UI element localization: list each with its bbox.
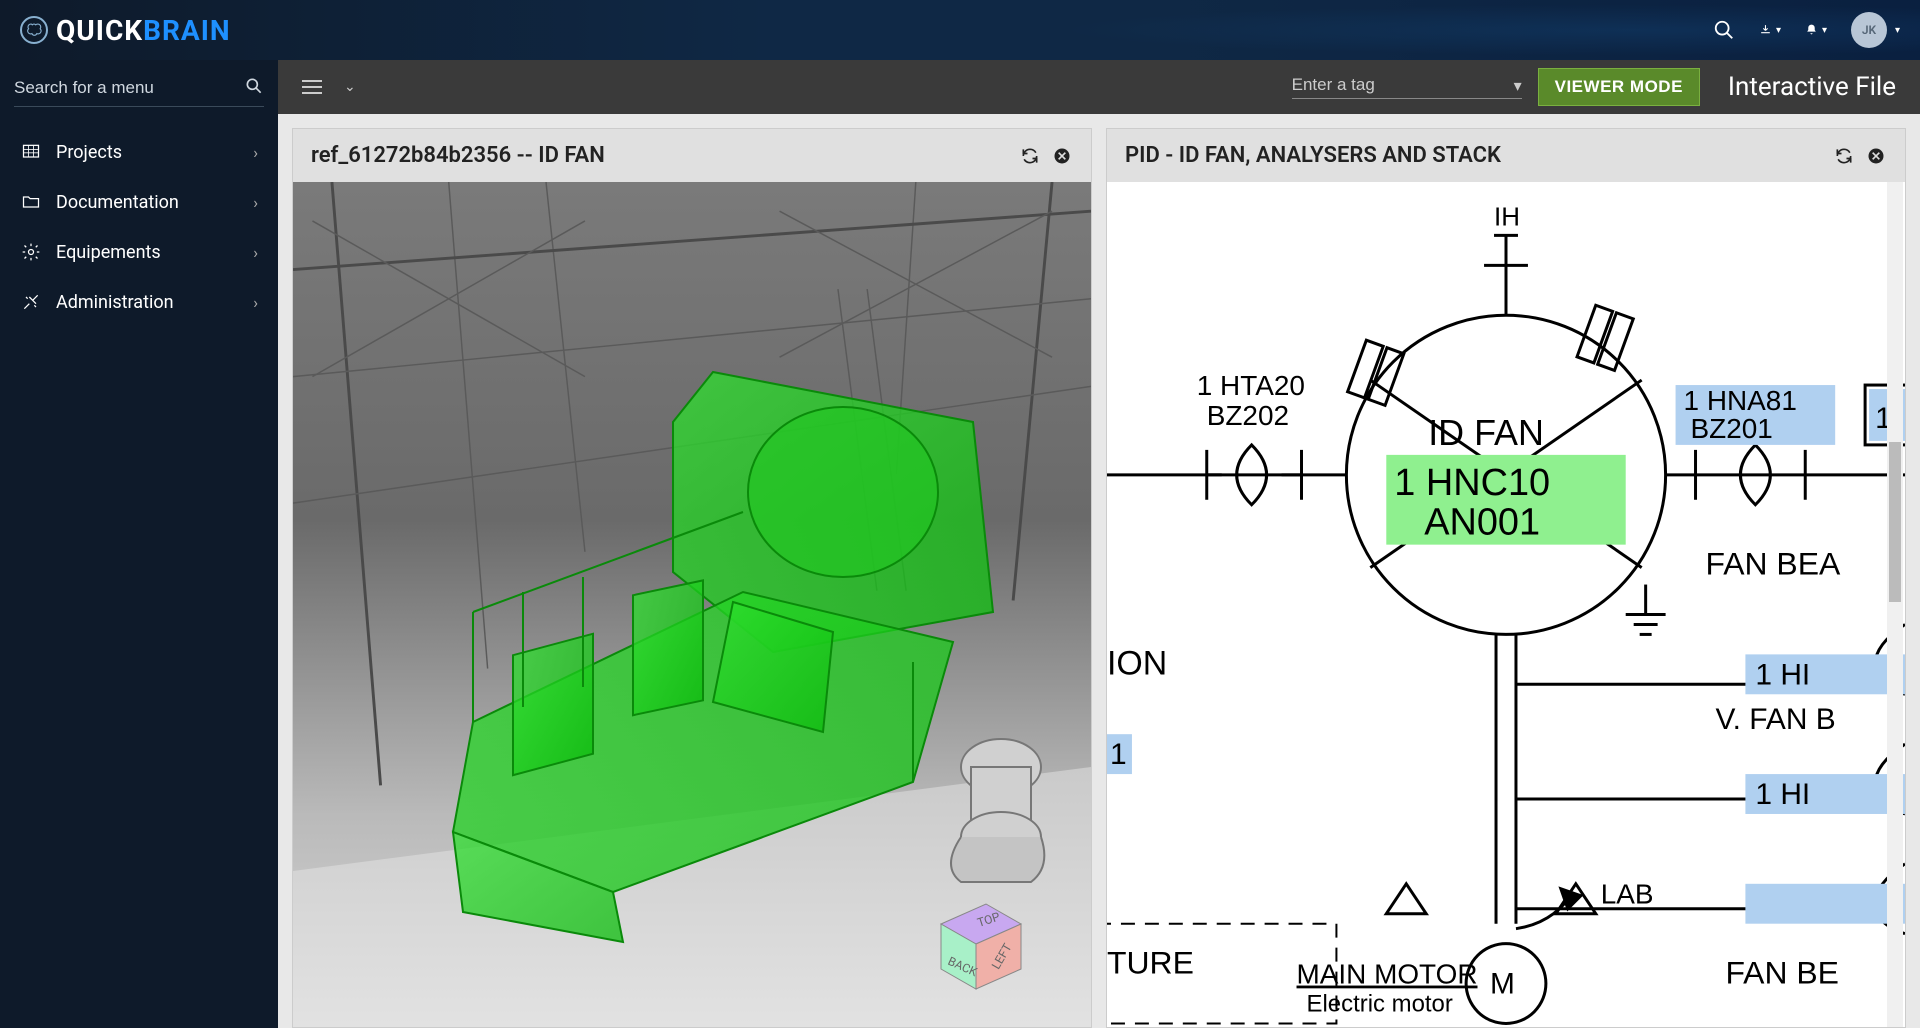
- pid-frag-vfanb: V. FAN B: [1715, 703, 1835, 736]
- sidebar-item-projects[interactable]: Projects ›: [14, 127, 264, 177]
- aux-equipment: [931, 707, 1071, 887]
- navigation-cube[interactable]: TOP BACK LEFT: [921, 889, 1031, 999]
- close-icon[interactable]: [1865, 145, 1887, 167]
- caret-icon: ▾: [1822, 25, 1827, 36]
- bell-icon[interactable]: ▾: [1805, 19, 1827, 41]
- chevron-right-icon: ›: [253, 193, 258, 212]
- sidebar-item-label: Administration: [56, 292, 174, 313]
- pid-frag-elecmotor: Electric motor: [1307, 990, 1453, 1017]
- sidebar-item-documentation[interactable]: Documentation ›: [14, 177, 264, 227]
- sidebar-item-administration[interactable]: Administration ›: [14, 277, 264, 327]
- top-bar: QUICKBRAIN ▾ ▾ JK ▾: [0, 0, 1920, 60]
- pid-motor-m: M: [1490, 968, 1515, 1001]
- gear-icon: [20, 241, 42, 263]
- menu-icon[interactable]: [302, 80, 322, 94]
- pid-tag-hna81-2: BZ201: [1691, 413, 1773, 444]
- download-icon[interactable]: ▾: [1759, 19, 1781, 41]
- pid-frag-ion: ION: [1107, 644, 1167, 682]
- scrollbar[interactable]: [1887, 182, 1903, 1027]
- sidebar-item-label: Projects: [56, 142, 122, 163]
- brain-icon: [20, 16, 48, 44]
- pid-tag-hta20-2: BZ202: [1207, 400, 1289, 431]
- app-logo[interactable]: QUICKBRAIN: [20, 14, 231, 47]
- chevron-right-icon: ›: [253, 293, 258, 312]
- content-toolbar: ⌄ ▾ VIEWER MODE Interactive File: [278, 60, 1920, 114]
- panel-pid-diagram: PID - ID FAN, ANALYSERS AND STACK: [1106, 128, 1906, 1028]
- folder-icon: [20, 191, 42, 213]
- panel-3d-viewer: ref_61272b84b2356 -- ID FAN: [292, 128, 1092, 1028]
- tag-input[interactable]: [1292, 75, 1514, 95]
- tools-icon: [20, 291, 42, 313]
- viewer-mode-button[interactable]: VIEWER MODE: [1538, 68, 1700, 106]
- pid-label-ih: IH: [1494, 203, 1520, 231]
- close-icon[interactable]: [1051, 145, 1073, 167]
- panel-title: ref_61272b84b2356 -- ID FAN: [311, 143, 605, 168]
- pid-frag-lab: LAB: [1601, 879, 1654, 910]
- pid-frag-1b: 1: [1110, 738, 1127, 771]
- sidebar-item-equipements[interactable]: Equipements ›: [14, 227, 264, 277]
- pid-frag-mainmotor: MAIN MOTOR: [1297, 959, 1478, 990]
- sidebar: Projects › Documentation › Equipements ›…: [0, 60, 278, 1028]
- logo-text: QUICKBRAIN: [56, 14, 231, 47]
- pid-tag-hnc10-2: AN001: [1424, 502, 1540, 544]
- pid-tag-hnc10-1: 1 HNC10: [1394, 462, 1550, 504]
- chevron-right-icon: ›: [253, 143, 258, 162]
- pid-frag-ture: TURE: [1107, 945, 1194, 981]
- scrollbar-thumb[interactable]: [1889, 442, 1901, 602]
- panel-title: PID - ID FAN, ANALYSERS AND STACK: [1125, 143, 1501, 168]
- pid-tag-hna81-1: 1 HNA81: [1684, 385, 1797, 416]
- caret-icon: ▾: [1895, 25, 1900, 36]
- 3d-viewport[interactable]: TOP BACK LEFT: [293, 182, 1091, 1027]
- grid-icon: [20, 141, 42, 163]
- pid-frag-fanbea: FAN BEA: [1706, 546, 1841, 582]
- chevron-right-icon: ›: [253, 243, 258, 262]
- refresh-icon[interactable]: [1833, 145, 1855, 167]
- tag-input-wrap[interactable]: ▾: [1292, 75, 1522, 99]
- pid-tag-hta20-1: 1 HTA20: [1197, 370, 1305, 401]
- menu-search[interactable]: [14, 76, 264, 107]
- pid-tag-idfan: ID FAN: [1428, 412, 1544, 453]
- caret-icon: ▾: [1776, 25, 1781, 36]
- pid-viewport[interactable]: IH 1 HTA20 BZ202 1 HNA81 BZ201 ID FAN 1 …: [1107, 182, 1905, 1027]
- menu-search-input[interactable]: [14, 78, 244, 98]
- pid-frag-1h-a: 1 HI: [1755, 658, 1810, 691]
- panel-header: ref_61272b84b2356 -- ID FAN: [293, 129, 1091, 182]
- user-avatar[interactable]: JK: [1851, 12, 1887, 48]
- page-title: Interactive File: [1728, 72, 1896, 102]
- refresh-icon[interactable]: [1019, 145, 1041, 167]
- sidebar-item-label: Equipements: [56, 242, 161, 263]
- content-area: ⌄ ▾ VIEWER MODE Interactive File ref_612…: [278, 60, 1920, 1028]
- search-icon[interactable]: [1713, 19, 1735, 41]
- sidebar-item-label: Documentation: [56, 192, 179, 213]
- panel-header: PID - ID FAN, ANALYSERS AND STACK: [1107, 129, 1905, 182]
- pid-frag-fanbe: FAN BE: [1725, 955, 1838, 991]
- caret-icon[interactable]: ▾: [1514, 76, 1522, 95]
- chevron-down-icon[interactable]: ⌄: [344, 79, 356, 95]
- search-icon[interactable]: [244, 76, 264, 100]
- pid-frag-1h-b: 1 HI: [1755, 778, 1810, 811]
